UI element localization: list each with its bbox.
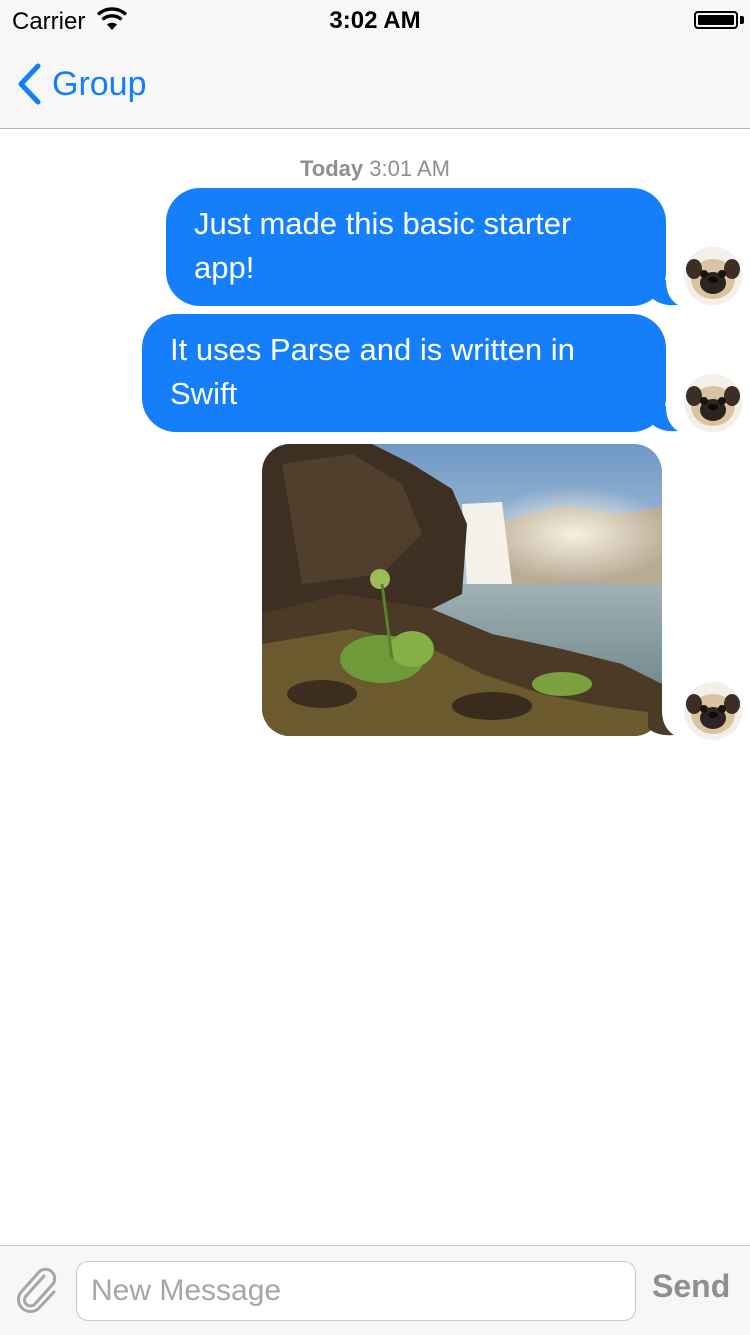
message-input[interactable]	[76, 1261, 636, 1321]
bubble-tail	[652, 280, 678, 306]
bubble-tail	[648, 710, 674, 736]
timestamp-day: Today	[300, 156, 364, 181]
navigation-bar: Group	[0, 40, 750, 129]
pug-avatar-icon	[684, 247, 742, 305]
pug-avatar[interactable]	[684, 682, 742, 740]
pug-avatar[interactable]	[684, 374, 742, 432]
message-text: Just made this basic starter app!	[194, 206, 572, 285]
battery-tip	[740, 16, 744, 24]
paperclip-icon[interactable]	[14, 1266, 62, 1316]
bubble-tail	[652, 406, 678, 432]
message-bubble[interactable]: It uses Parse and is written in Swift	[142, 314, 666, 432]
send-button[interactable]: Send	[652, 1268, 730, 1305]
status-bar: Carrier 3:02 AM	[0, 0, 750, 40]
timestamp-time: 3:01 AM	[369, 156, 450, 181]
back-button[interactable]: Group	[14, 40, 147, 128]
message-text: It uses Parse and is written in Swift	[170, 332, 575, 411]
photo-message[interactable]	[262, 444, 662, 736]
chevron-left-icon	[18, 63, 41, 105]
battery-icon	[694, 11, 738, 29]
message-bubble[interactable]: Just made this basic starter app!	[166, 188, 666, 306]
pug-avatar-icon	[684, 682, 742, 740]
status-time: 3:02 AM	[329, 7, 421, 34]
back-label: Group	[52, 64, 147, 103]
pug-avatar-icon	[684, 374, 742, 432]
input-toolbar: Send	[0, 1245, 750, 1335]
pug-avatar[interactable]	[684, 247, 742, 305]
waterfall-photo	[262, 444, 662, 736]
message-timestamp: Today 3:01 AM	[0, 156, 750, 182]
